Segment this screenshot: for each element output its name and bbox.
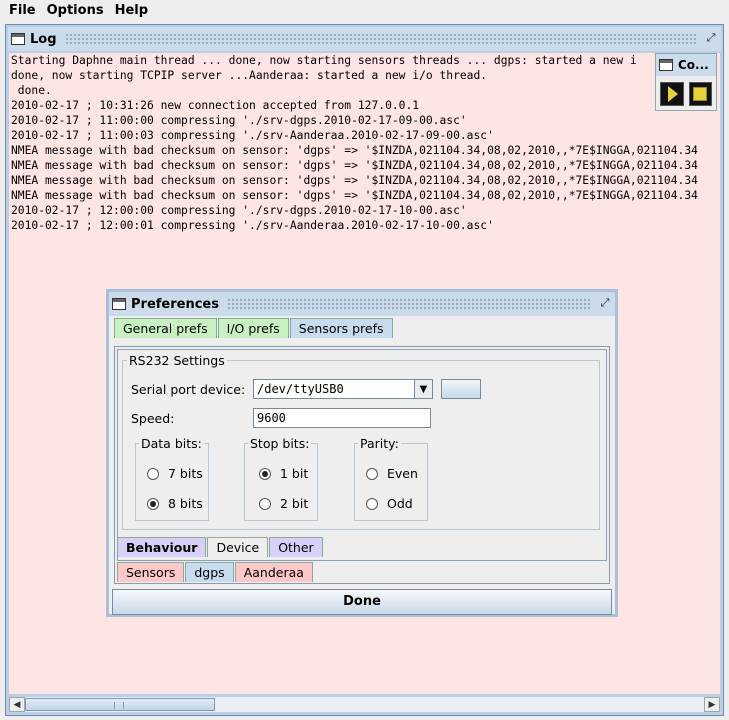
log-line: Starting Daphne main thread ... done, no… xyxy=(11,54,637,67)
tab-io-prefs[interactable]: I/O prefs xyxy=(217,318,289,338)
play-button[interactable] xyxy=(660,82,684,106)
menu-file[interactable]: File xyxy=(0,0,42,22)
stop-button[interactable] xyxy=(688,82,712,106)
option-label: Even xyxy=(387,466,418,481)
log-line: 2010-02-17 ; 11:00:03 compressing './srv… xyxy=(11,129,494,142)
serial-port-button[interactable] xyxy=(441,379,481,399)
option-label: 1 bit xyxy=(280,466,309,481)
scroll-right-icon[interactable]: ▶ xyxy=(704,697,720,712)
stop-bits-legend: Stop bits: xyxy=(248,436,312,451)
top-tab-bar: General prefs I/O prefs Sensors prefs xyxy=(109,316,615,338)
maximize-icon[interactable]: ⤢ xyxy=(704,32,718,46)
log-title-bar[interactable]: Log ⤢ xyxy=(8,27,721,51)
control-window: Co... xyxy=(655,53,717,111)
stop-icon xyxy=(693,87,708,101)
serial-port-value: /dev/ttyUSB0 xyxy=(257,382,344,396)
stop-bits-2-option[interactable]: 2 bit xyxy=(259,496,308,511)
log-line: NMEA message with bad checksum on sensor… xyxy=(11,159,698,172)
tab-sensors[interactable]: Sensors xyxy=(117,562,185,582)
radio-checked-icon[interactable] xyxy=(259,467,271,480)
radio-icon[interactable] xyxy=(366,467,378,480)
device-panel: RS232 Settings Serial port device: /dev/… xyxy=(117,349,607,561)
tab-sensors-prefs[interactable]: Sensors prefs xyxy=(289,318,393,338)
log-line: 2010-02-17 ; 12:00:01 compressing './srv… xyxy=(11,219,494,232)
chevron-down-icon[interactable]: ▼ xyxy=(414,380,432,398)
radio-checked-icon[interactable] xyxy=(147,497,159,510)
done-button[interactable]: Done xyxy=(112,589,612,615)
menu-options[interactable]: Options xyxy=(42,0,110,22)
speed-label: Speed: xyxy=(131,411,175,426)
log-line: 2010-02-17 ; 10:31:26 new connection acc… xyxy=(11,99,420,112)
data-bits-8-option[interactable]: 8 bits xyxy=(147,496,203,511)
log-title: Log xyxy=(30,31,57,47)
serial-port-label: Serial port device: xyxy=(131,382,246,397)
tab-device[interactable]: Device xyxy=(207,537,269,557)
log-line: 2010-02-17 ; 12:00:00 compressing './srv… xyxy=(11,204,467,217)
preferences-dialog: Preferences ⤢ General prefs I/O prefs Se… xyxy=(106,289,618,617)
speed-input[interactable]: 9600 xyxy=(253,408,431,428)
preferences-title: Preferences xyxy=(131,296,219,312)
stop-bits-1-option[interactable]: 1 bit xyxy=(259,466,308,481)
tab-dgps[interactable]: dgps xyxy=(185,562,234,582)
log-line: 2010-02-17 ; 11:00:00 compressing './srv… xyxy=(11,114,467,127)
data-bits-group: Data bits: 7 bits 8 bits xyxy=(135,436,209,521)
log-line: NMEA message with bad checksum on sensor… xyxy=(11,189,698,202)
title-grip xyxy=(64,33,696,45)
tab-aanderaa[interactable]: Aanderaa xyxy=(234,562,313,582)
parity-even-option[interactable]: Even xyxy=(366,466,418,481)
scroll-left-icon[interactable]: ◀ xyxy=(9,697,25,712)
log-line: done, now starting TCPIP server ...Aande… xyxy=(11,69,488,82)
parity-group: Parity: Even Odd xyxy=(354,436,428,521)
scroll-track[interactable] xyxy=(25,697,704,712)
control-title-bar[interactable]: Co... xyxy=(656,54,716,76)
maximize-icon[interactable]: ⤢ xyxy=(598,297,612,311)
option-label: 7 bits xyxy=(168,466,203,481)
tab-other[interactable]: Other xyxy=(269,537,323,557)
parity-legend: Parity: xyxy=(358,436,401,451)
inner-tab-bar: Behaviour Device Other xyxy=(117,537,324,557)
rs232-legend: RS232 Settings xyxy=(127,353,227,368)
sensor-tab-bar: Sensors dgps Aanderaa xyxy=(117,562,314,582)
rs232-settings-group: RS232 Settings Serial port device: /dev/… xyxy=(122,353,600,530)
control-title: Co... xyxy=(678,58,709,72)
serial-port-select[interactable]: /dev/ttyUSB0 ▼ xyxy=(253,379,433,399)
stop-bits-group: Stop bits: 1 bit 2 bit xyxy=(244,436,318,521)
title-grip xyxy=(226,298,590,310)
data-bits-legend: Data bits: xyxy=(139,436,204,451)
radio-icon[interactable] xyxy=(259,497,271,510)
tab-behaviour[interactable]: Behaviour xyxy=(117,537,207,557)
horizontal-scrollbar[interactable]: ◀ ▶ xyxy=(9,696,720,712)
log-line: NMEA message with bad checksum on sensor… xyxy=(11,144,698,157)
tab-general-prefs[interactable]: General prefs xyxy=(114,318,217,338)
data-bits-7-option[interactable]: 7 bits xyxy=(147,466,203,481)
menu-bar: File Options Help xyxy=(0,0,729,22)
option-label: 2 bit xyxy=(280,496,309,511)
radio-icon[interactable] xyxy=(366,497,378,510)
thumb-grip xyxy=(114,702,124,709)
log-line: NMEA message with bad checksum on sensor… xyxy=(11,174,698,187)
window-icon xyxy=(112,298,126,310)
play-icon xyxy=(668,86,679,102)
menu-help[interactable]: Help xyxy=(110,0,154,22)
sensors-prefs-panel: RS232 Settings Serial port device: /dev/… xyxy=(114,346,610,584)
radio-icon[interactable] xyxy=(147,467,159,480)
scroll-thumb[interactable] xyxy=(25,698,215,711)
log-line: done. xyxy=(11,84,52,97)
window-icon xyxy=(11,33,25,45)
window-icon xyxy=(659,59,673,71)
parity-odd-option[interactable]: Odd xyxy=(366,496,413,511)
preferences-title-bar[interactable]: Preferences ⤢ xyxy=(109,292,615,316)
option-label: Odd xyxy=(387,496,413,511)
option-label: 8 bits xyxy=(168,496,203,511)
